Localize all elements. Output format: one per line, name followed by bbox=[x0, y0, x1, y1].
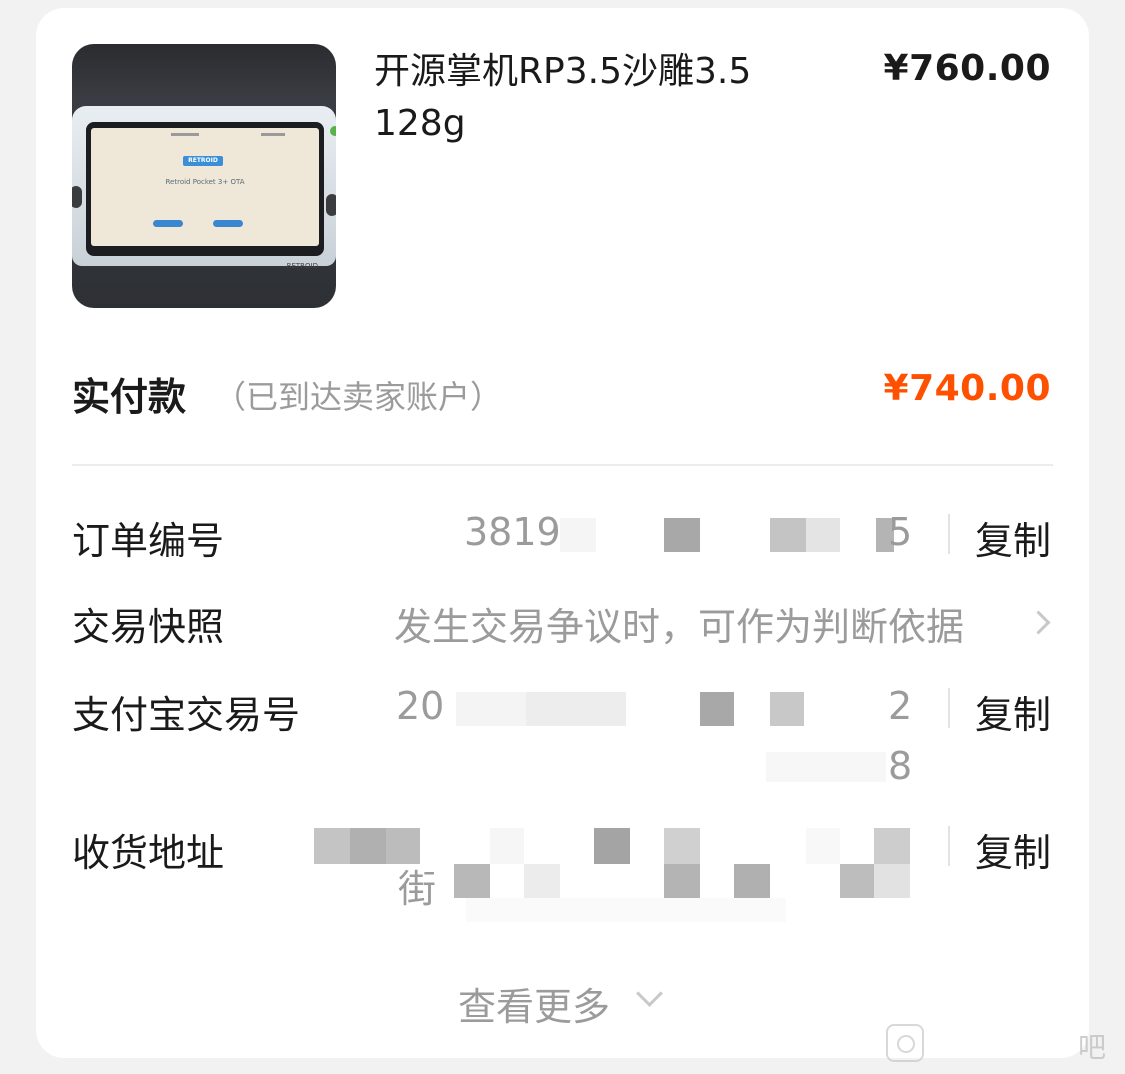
device-screen: RETROID Retroid Pocket 3+ OTA bbox=[91, 128, 319, 246]
alipay-number-fragment-3: 8 bbox=[888, 744, 913, 788]
device-right-stick bbox=[326, 194, 336, 216]
address-mosaic bbox=[664, 864, 700, 898]
address-mosaic bbox=[490, 828, 524, 864]
paid-label: 实付款 bbox=[72, 375, 187, 419]
address-mosaic bbox=[664, 828, 700, 864]
device-screen-bezel: RETROID Retroid Pocket 3+ OTA RETROID bbox=[86, 122, 324, 270]
order-number-mosaic bbox=[560, 518, 596, 552]
address-mosaic bbox=[454, 864, 490, 898]
watermark-text: 吧 bbox=[1078, 1031, 1107, 1064]
address-label: 收货地址 bbox=[72, 831, 225, 875]
device-y-button bbox=[330, 126, 336, 136]
alipay-number-mosaic bbox=[770, 692, 804, 726]
screen-button-right bbox=[213, 220, 243, 227]
chevron-right-icon[interactable] bbox=[1026, 610, 1051, 635]
device-brand-text: RETROID bbox=[286, 262, 318, 270]
product-thumbnail[interactable]: RETROID Retroid Pocket 3+ OTA RETROID bbox=[72, 44, 336, 308]
alipay-number-mosaic bbox=[526, 692, 626, 726]
copy-separator bbox=[948, 826, 950, 866]
screen-status bbox=[91, 131, 319, 139]
section-divider bbox=[72, 464, 1053, 466]
order-detail-card: RETROID Retroid Pocket 3+ OTA RETROID 开源… bbox=[36, 8, 1089, 1058]
address-fragment: 街 bbox=[398, 867, 437, 911]
address-mosaic bbox=[874, 828, 910, 864]
order-number-label: 订单编号 bbox=[72, 519, 225, 563]
paid-amount: ¥740.00 bbox=[883, 368, 1051, 409]
view-more-button[interactable]: 查看更多 bbox=[458, 976, 610, 1031]
order-number-mosaic bbox=[770, 518, 806, 552]
alipay-number-label: 支付宝交易号 bbox=[72, 693, 301, 737]
address-mosaic bbox=[594, 828, 630, 864]
alipay-number-mosaic bbox=[766, 752, 886, 782]
address-mosaic bbox=[840, 864, 874, 898]
copy-address-button[interactable]: 复制 bbox=[975, 822, 1051, 877]
alipay-number-fragment-2: 2 bbox=[888, 684, 913, 728]
snapshot-label: 交易快照 bbox=[72, 605, 225, 649]
snapshot-value[interactable]: 发生交易争议时，可作为判断依据 bbox=[394, 596, 964, 651]
watermark-logo-icon bbox=[886, 1024, 924, 1062]
order-number-mosaic bbox=[596, 518, 666, 552]
alipay-number-mosaic bbox=[700, 692, 734, 726]
address-mosaic bbox=[806, 828, 840, 864]
address-mosaic bbox=[874, 864, 910, 898]
address-mosaic bbox=[314, 828, 350, 864]
retroid-logo: RETROID bbox=[183, 156, 223, 166]
copy-alipay-number-button[interactable]: 复制 bbox=[975, 684, 1051, 739]
alipay-number-mosaic bbox=[456, 692, 526, 726]
order-number-fragment-1: 3819 bbox=[464, 510, 561, 554]
address-mosaic bbox=[524, 864, 560, 898]
copy-order-number-button[interactable]: 复制 bbox=[975, 510, 1051, 565]
paid-note: （已到达卖家账户） bbox=[214, 378, 503, 416]
order-number-fragment-2: 5 bbox=[888, 510, 913, 554]
product-title[interactable]: 开源掌机RP3.5沙雕3.5 128g bbox=[374, 46, 844, 150]
address-mosaic bbox=[466, 898, 786, 922]
device-photo: RETROID Retroid Pocket 3+ OTA RETROID bbox=[72, 106, 336, 270]
copy-separator bbox=[948, 688, 950, 728]
address-mosaic bbox=[350, 828, 386, 864]
address-mosaic bbox=[734, 864, 770, 898]
device-left-stick bbox=[72, 186, 82, 208]
screen-ota-text: Retroid Pocket 3+ OTA bbox=[165, 178, 245, 186]
chevron-down-icon[interactable] bbox=[636, 980, 663, 1007]
alipay-number-fragment-1: 20 bbox=[396, 684, 445, 728]
copy-separator bbox=[948, 514, 950, 554]
order-number-mosaic bbox=[664, 518, 700, 552]
order-number-mosaic bbox=[806, 518, 840, 552]
product-price: ¥760.00 bbox=[883, 48, 1051, 89]
screen-button-left bbox=[153, 220, 183, 227]
